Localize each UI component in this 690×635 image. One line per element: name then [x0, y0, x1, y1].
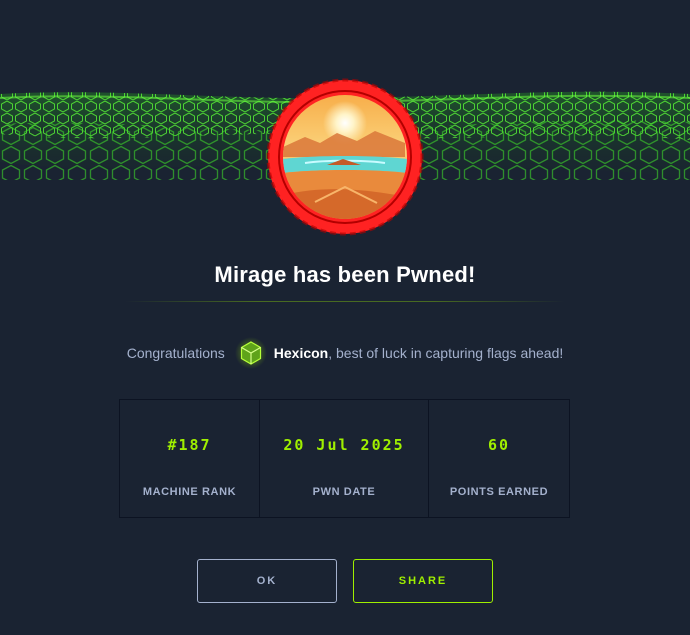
machine-avatar-icon [266, 78, 424, 236]
ok-button[interactable]: OK [197, 559, 337, 603]
stat-value: 60 [487, 436, 511, 454]
stats-panel: #187 MACHINE RANK 20 Jul 2025 PWN DATE 6… [119, 399, 570, 518]
stat-points-earned: 60 POINTS EARNED [428, 400, 569, 517]
stat-machine-rank: #187 MACHINE RANK [120, 400, 259, 517]
stat-label: POINTS EARNED [449, 486, 549, 498]
title-divider [125, 301, 565, 302]
stat-value: 20 Jul 2025 [283, 436, 405, 454]
page-title: Mirage has been Pwned! [214, 262, 476, 287]
stat-label: PWN DATE [312, 486, 376, 498]
stat-value: #187 [167, 436, 212, 454]
share-button[interactable]: SHARE [353, 559, 493, 603]
stat-label: MACHINE RANK [142, 486, 237, 498]
congratulations-message: Congratulations Hexicon , best of luck i… [0, 336, 690, 370]
pwned-page: Mirage has been Pwned! Congratulations H… [0, 0, 690, 635]
congrats-suffix: , best of luck in capturing flags ahead! [328, 345, 564, 361]
stat-pwn-date: 20 Jul 2025 PWN DATE [259, 400, 428, 517]
hexagon-cube-icon [234, 337, 267, 369]
congrats-prefix: Congratulations [126, 345, 225, 361]
username[interactable]: Hexicon [274, 345, 328, 361]
